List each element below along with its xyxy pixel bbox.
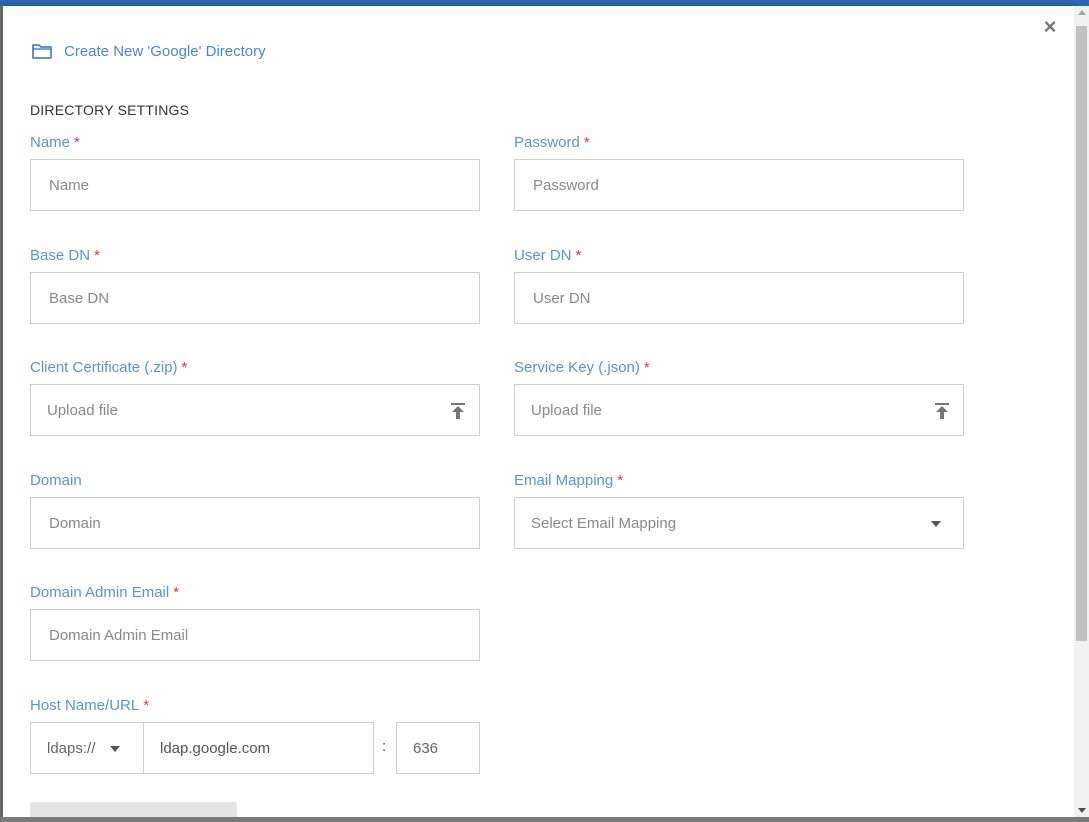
- protocol-select[interactable]: ldaps://: [30, 722, 144, 774]
- chevron-down-icon[interactable]: [110, 746, 120, 752]
- user-dn-label: User DN *: [514, 247, 581, 264]
- domain-label: Domain: [30, 472, 82, 489]
- service-key-placeholder: Upload file: [531, 401, 602, 419]
- upload-icon[interactable]: [935, 403, 949, 419]
- port-separator: :: [382, 738, 387, 755]
- email-mapping-label-text: Email Mapping: [514, 472, 614, 489]
- port-value[interactable]: 636: [413, 740, 438, 757]
- password-label: Password *: [514, 134, 590, 151]
- email-mapping-label: Email Mapping *: [514, 472, 623, 489]
- email-mapping-placeholder: Select Email Mapping: [531, 514, 677, 532]
- required-marker: *: [575, 247, 582, 264]
- required-marker: *: [173, 584, 180, 601]
- close-icon[interactable]: ×: [1039, 16, 1061, 38]
- service-key-upload[interactable]: Upload file: [514, 384, 964, 436]
- upload-icon[interactable]: [451, 403, 465, 419]
- base-dn-label-text: Base DN: [30, 247, 91, 264]
- folder-icon: [32, 44, 52, 59]
- base-dn-input[interactable]: [47, 288, 479, 308]
- required-marker: *: [643, 359, 650, 376]
- name-label: Name *: [30, 134, 80, 151]
- client-certificate-label-text: Client Certificate (.zip): [30, 359, 178, 376]
- password-label-text: Password: [514, 134, 580, 151]
- footer-button[interactable]: [30, 802, 237, 817]
- required-marker: *: [143, 697, 150, 714]
- name-input[interactable]: [47, 175, 479, 195]
- domain-admin-email-field[interactable]: [30, 609, 480, 661]
- base-dn-label: Base DN *: [30, 247, 100, 264]
- scrollbar[interactable]: [1074, 6, 1089, 817]
- service-key-label: Service Key (.json) *: [514, 359, 650, 376]
- domain-field[interactable]: [30, 497, 480, 549]
- section-title: DIRECTORY SETTINGS: [30, 102, 190, 118]
- modal-header: Create New 'Google' Directory: [32, 40, 266, 62]
- required-marker: *: [583, 134, 590, 151]
- user-dn-label-text: User DN: [514, 247, 572, 264]
- domain-admin-email-label: Domain Admin Email *: [30, 584, 179, 601]
- domain-label-text: Domain: [30, 472, 82, 489]
- domain-admin-email-label-text: Domain Admin Email: [30, 584, 170, 601]
- password-input[interactable]: [531, 175, 963, 195]
- hostname-value[interactable]: ldap.google.com: [160, 740, 270, 757]
- host-label: Host Name/URL *: [30, 697, 149, 714]
- domain-admin-email-input[interactable]: [47, 625, 479, 645]
- domain-input[interactable]: [47, 513, 479, 533]
- modal-title: Create New 'Google' Directory: [64, 42, 266, 60]
- service-key-label-text: Service Key (.json): [514, 359, 640, 376]
- client-certificate-upload[interactable]: Upload file: [30, 384, 480, 436]
- client-certificate-placeholder: Upload file: [47, 401, 118, 419]
- create-directory-modal: × Create New 'Google' Directory DIRECTOR…: [3, 6, 1074, 817]
- hostname-field[interactable]: ldap.google.com: [143, 722, 374, 774]
- port-field[interactable]: 636: [396, 722, 480, 774]
- scroll-thumb[interactable]: [1076, 26, 1087, 641]
- protocol-value: ldaps://: [47, 739, 96, 757]
- name-label-text: Name: [30, 134, 71, 151]
- scroll-down-icon[interactable]: [1078, 808, 1086, 813]
- required-marker: *: [617, 472, 624, 489]
- user-dn-input[interactable]: [531, 288, 963, 308]
- chevron-down-icon[interactable]: [931, 521, 941, 527]
- client-certificate-label: Client Certificate (.zip) *: [30, 359, 187, 376]
- backdrop-strip: [0, 817, 1089, 822]
- required-marker: *: [94, 247, 100, 264]
- scroll-up-icon[interactable]: [1078, 10, 1086, 15]
- email-mapping-select[interactable]: Select Email Mapping: [514, 497, 964, 549]
- required-marker: *: [181, 359, 188, 376]
- base-dn-field[interactable]: [30, 272, 480, 324]
- password-field[interactable]: [514, 159, 964, 211]
- name-field[interactable]: [30, 159, 480, 211]
- host-label-text: Host Name/URL: [30, 697, 140, 714]
- user-dn-field[interactable]: [514, 272, 964, 324]
- required-marker: *: [74, 134, 80, 151]
